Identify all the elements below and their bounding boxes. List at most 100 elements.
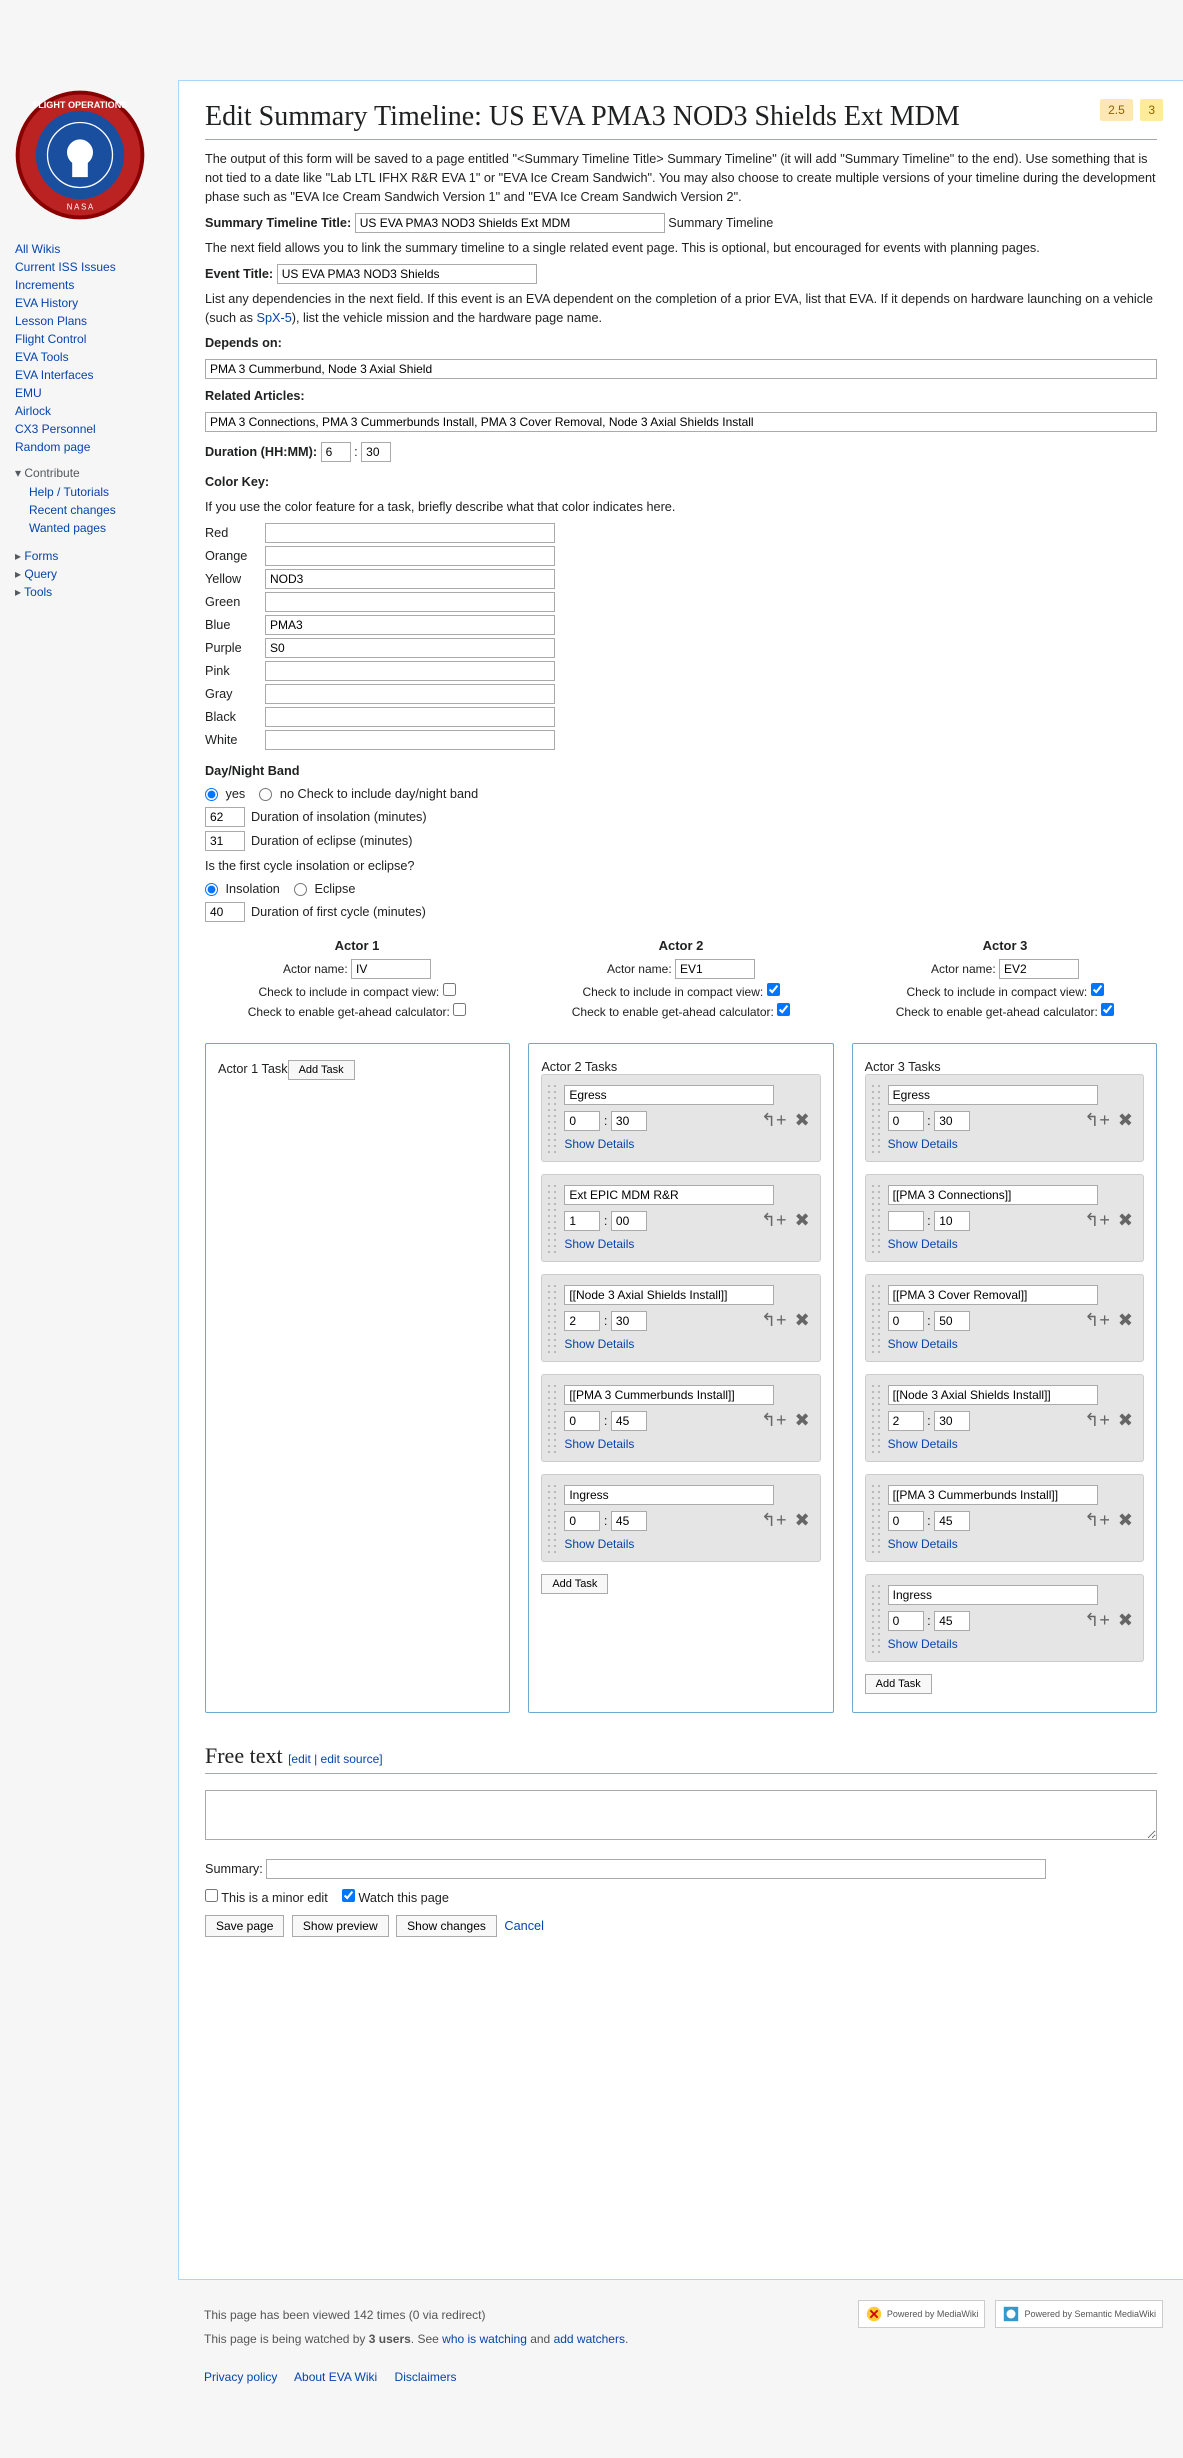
task-h-input[interactable]: [564, 1211, 600, 1231]
delete-task-icon[interactable]: ✖: [1118, 1310, 1133, 1331]
dn-no[interactable]: no Check to include day/night band: [259, 787, 478, 801]
task-title-input[interactable]: [888, 1285, 1098, 1305]
insert-above-icon[interactable]: ↰+: [1084, 1510, 1110, 1531]
site-logo[interactable]: FLIGHT OPERATIONS N A S A: [15, 90, 145, 220]
task-title-input[interactable]: [564, 1185, 774, 1205]
task-m-input[interactable]: [934, 1211, 970, 1231]
task-m-input[interactable]: [611, 1311, 647, 1331]
sidebar-item[interactable]: Random page: [15, 440, 90, 454]
dn-yes[interactable]: yes: [205, 787, 245, 801]
insert-above-icon[interactable]: ↰+: [761, 1410, 787, 1431]
sidebar-item[interactable]: Increments: [15, 278, 74, 292]
dur-h-input[interactable]: [321, 442, 351, 462]
freetext-editlink[interactable]: [edit | edit source]: [288, 1752, 383, 1766]
drag-handle-icon[interactable]: [546, 1183, 558, 1253]
et-input[interactable]: [277, 264, 537, 284]
task-title-input[interactable]: [888, 1385, 1098, 1405]
insert-above-icon[interactable]: ↰+: [761, 1310, 787, 1331]
sidebar-item[interactable]: Flight Control: [15, 332, 86, 346]
task-h-input[interactable]: [888, 1611, 924, 1631]
sidebar-item[interactable]: Airlock: [15, 404, 51, 418]
show-details-link[interactable]: Show Details: [888, 1137, 958, 1151]
dep-input[interactable]: [205, 359, 1157, 379]
task-m-input[interactable]: [611, 1211, 647, 1231]
getahead-chk[interactable]: [777, 1003, 790, 1016]
insert-above-icon[interactable]: ↰+: [761, 1110, 787, 1131]
drag-handle-icon[interactable]: [870, 1483, 882, 1553]
poweredby-mediawiki[interactable]: Powered by MediaWiki: [858, 2300, 986, 2328]
show-details-link[interactable]: Show Details: [888, 1237, 958, 1251]
task-h-input[interactable]: [888, 1311, 924, 1331]
task-h-input[interactable]: [564, 1511, 600, 1531]
show-details-link[interactable]: Show Details: [888, 1637, 958, 1651]
sidebar-contribute-heading[interactable]: ▾ Contribute: [15, 466, 165, 480]
show-details-link[interactable]: Show Details: [564, 1337, 634, 1351]
actor-name-input[interactable]: [675, 959, 755, 979]
task-h-input[interactable]: [564, 1411, 600, 1431]
delete-task-icon[interactable]: ✖: [1118, 1110, 1133, 1131]
show-details-link[interactable]: Show Details: [888, 1337, 958, 1351]
task-m-input[interactable]: [934, 1311, 970, 1331]
task-m-input[interactable]: [934, 1611, 970, 1631]
poweredby-smw[interactable]: Powered by Semantic MediaWiki: [995, 2300, 1163, 2328]
insert-above-icon[interactable]: ↰+: [1084, 1210, 1110, 1231]
dur-m-input[interactable]: [361, 442, 391, 462]
show-details-link[interactable]: Show Details: [888, 1437, 958, 1451]
sidebar-item[interactable]: Wanted pages: [29, 521, 106, 535]
delete-task-icon[interactable]: ✖: [795, 1210, 810, 1231]
sidebar-item[interactable]: EVA Interfaces: [15, 368, 94, 382]
insol-dur[interactable]: [205, 807, 245, 827]
insert-above-icon[interactable]: ↰+: [761, 1510, 787, 1531]
delete-task-icon[interactable]: ✖: [795, 1510, 810, 1531]
sidebar-portal[interactable]: ▸ Forms: [15, 547, 165, 565]
delete-task-icon[interactable]: ✖: [1118, 1510, 1133, 1531]
task-title-input[interactable]: [564, 1385, 774, 1405]
color-input-blue[interactable]: [265, 615, 555, 635]
drag-handle-icon[interactable]: [546, 1283, 558, 1353]
task-h-input[interactable]: [888, 1511, 924, 1531]
drag-handle-icon[interactable]: [546, 1383, 558, 1453]
task-title-input[interactable]: [888, 1485, 1098, 1505]
drag-handle-icon[interactable]: [870, 1383, 882, 1453]
insert-above-icon[interactable]: ↰+: [1084, 1310, 1110, 1331]
sidebar-item[interactable]: Help / Tutorials: [29, 485, 109, 499]
show-details-link[interactable]: Show Details: [564, 1437, 634, 1451]
task-m-input[interactable]: [611, 1111, 647, 1131]
add-task-button[interactable]: Add Task: [865, 1674, 932, 1694]
color-input-pink[interactable]: [265, 661, 555, 681]
compact-chk[interactable]: [443, 983, 456, 996]
changes-button[interactable]: Show changes: [396, 1915, 497, 1937]
task-title-input[interactable]: [888, 1085, 1098, 1105]
delete-task-icon[interactable]: ✖: [795, 1310, 810, 1331]
actor-name-input[interactable]: [351, 959, 431, 979]
compact-chk[interactable]: [767, 983, 780, 996]
show-details-link[interactable]: Show Details: [564, 1137, 634, 1151]
stt-input[interactable]: [355, 213, 665, 233]
task-m-input[interactable]: [934, 1511, 970, 1531]
drag-handle-icon[interactable]: [870, 1283, 882, 1353]
delete-task-icon[interactable]: ✖: [1118, 1210, 1133, 1231]
task-m-input[interactable]: [934, 1411, 970, 1431]
save-button[interactable]: Save page: [205, 1915, 284, 1937]
task-title-input[interactable]: [564, 1085, 774, 1105]
footer-link[interactable]: Disclaimers: [395, 2370, 457, 2384]
task-h-input[interactable]: [888, 1411, 924, 1431]
cyc-ecl[interactable]: Eclipse: [294, 882, 355, 896]
add-task-button[interactable]: Add Task: [541, 1574, 608, 1594]
cancel-link[interactable]: Cancel: [504, 1919, 544, 1933]
show-details-link[interactable]: Show Details: [564, 1537, 634, 1551]
watch-page-chk[interactable]: Watch this page: [342, 1891, 449, 1905]
sidebar-item[interactable]: All Wikis: [15, 242, 60, 256]
insert-above-icon[interactable]: ↰+: [1084, 1110, 1110, 1131]
sidebar-portal[interactable]: ▸ Tools: [15, 583, 165, 601]
who-watching-link[interactable]: who is watching: [442, 2332, 527, 2346]
sidebar-item[interactable]: Lesson Plans: [15, 314, 87, 328]
sidebar-item[interactable]: Recent changes: [29, 503, 116, 517]
spx5-link[interactable]: SpX-5: [256, 311, 291, 325]
sidebar-item[interactable]: Current ISS Issues: [15, 260, 116, 274]
insert-above-icon[interactable]: ↰+: [1084, 1610, 1110, 1631]
task-h-input[interactable]: [564, 1311, 600, 1331]
cyc-ins[interactable]: Insolation: [205, 882, 280, 896]
task-h-input[interactable]: [888, 1111, 924, 1131]
actor-name-input[interactable]: [999, 959, 1079, 979]
